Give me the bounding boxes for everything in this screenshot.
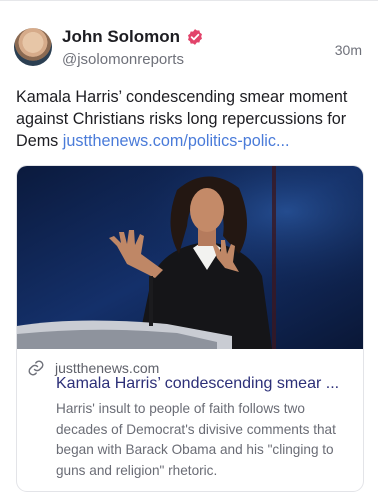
post-link[interactable]: justthenews.com/politics-polic... — [63, 132, 290, 150]
post[interactable]: John Solomon @jsolomonreports 30m Kamala… — [0, 0, 378, 500]
author-name[interactable]: John Solomon — [62, 27, 180, 47]
card-description: Harris' insult to people of faith follow… — [56, 401, 336, 478]
author-row: John Solomon — [62, 27, 204, 47]
link-preview-card[interactable]: justthenews.com Kamala Harris’ condescen… — [16, 165, 364, 492]
avatar[interactable] — [14, 28, 52, 66]
card-domain: justthenews.com — [55, 360, 160, 376]
post-timestamp[interactable]: 30m — [335, 42, 362, 58]
card-title[interactable]: Kamala Harris’ condescending smear ... — [56, 375, 356, 393]
link-icon — [28, 360, 44, 376]
post-text: Kamala Harris’ condescending smear momen… — [16, 86, 368, 152]
card-thumbnail — [17, 166, 363, 349]
author-handle[interactable]: @jsolomonreports — [62, 51, 184, 68]
verified-icon — [188, 29, 203, 45]
